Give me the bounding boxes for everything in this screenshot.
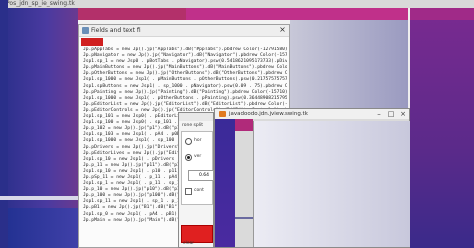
radio-horizontal-label: hor [194,138,202,143]
purple-panel-right [410,8,474,248]
magenta-panel-top [186,8,408,20]
radio-horizontal[interactable] [185,138,192,145]
clear-button[interactable]: clear [183,241,194,246]
code-line: Jsp1.spButtons = new Jsp1( . sp_1000 . p… [83,83,287,89]
radio-vertical[interactable] [185,154,192,161]
app-icon [82,27,89,34]
code-line: Jsp1.sp_1000 = new Jsp1( . pOtherButtons… [83,95,287,101]
options-pane: hor ver 0.64 cont [181,131,214,205]
code-line: Jp.pPainting = new Jp().jp("Painting").d… [83,89,287,95]
dialog-title-bar[interactable] [179,113,213,121]
maximize-icon[interactable]: □ [385,109,397,119]
minimize-icon[interactable]: – [373,109,385,119]
split-label: rone split [182,123,204,128]
close-icon[interactable]: × [277,25,288,35]
jview-window-title: javadoodo.jdn.jview.swing.tk [229,111,308,117]
close-icon[interactable]: × [397,109,409,119]
continuous-checkbox-label: cont [194,188,204,193]
magenta-panel-top-left [78,8,186,20]
fields-window-title-bar[interactable]: Fields and text fi × [79,25,289,37]
blue-panel [215,119,235,247]
split-divider[interactable] [235,217,253,219]
radio-vertical-label: ver [194,154,202,159]
split-control-dialog: rone split hor ver 0.64 cont clear [178,112,214,248]
code-line: Jsp1.sp_1000 = new Jsp1( . pMainButtons … [83,77,287,83]
magenta-panel [235,119,253,131]
ratio-spinner[interactable]: 0.64 [188,170,214,181]
fields-window-title: Fields and text fi [91,27,141,34]
blue-strip-left [0,0,8,248]
grey-panel [253,121,410,247]
background-title: Pos_jdn_sp_ie_swing.tk [6,0,75,7]
java-icon [219,111,226,117]
jview-window: javadoodo.jdn.jview.swing.tk – □ × [214,108,410,248]
red-color-swatch[interactable] [81,38,103,46]
magenta-panel-right-top [410,8,474,20]
continuous-checkbox[interactable] [185,188,192,195]
blue-panel-left [0,8,78,248]
